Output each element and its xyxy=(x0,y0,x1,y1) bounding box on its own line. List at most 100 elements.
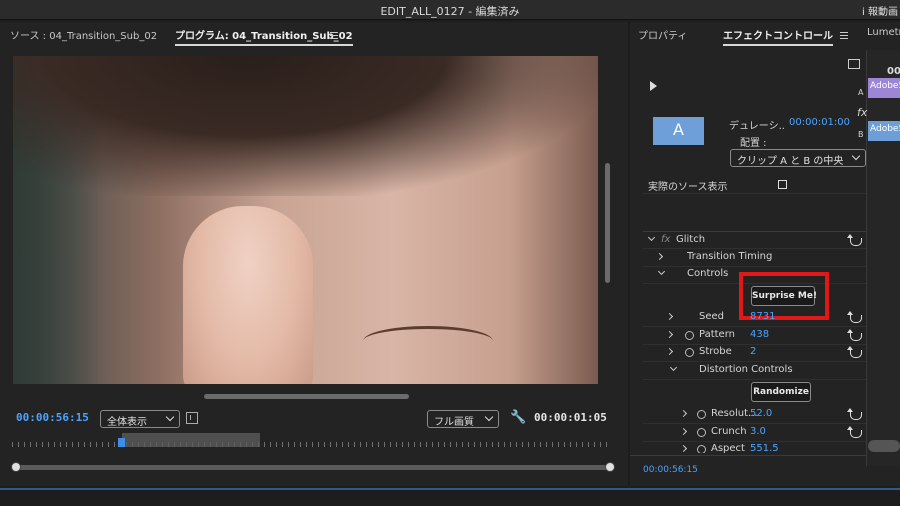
tab-properties[interactable]: プロパティ xyxy=(638,27,687,42)
expand-arrow-icon[interactable] xyxy=(679,427,688,436)
tab-lumetri[interactable]: Lumetri xyxy=(867,27,900,38)
safe-margin-icon[interactable] xyxy=(186,412,198,424)
fx-icon: fx xyxy=(857,106,868,119)
stopwatch-icon[interactable] xyxy=(685,348,694,357)
mini-timeline-time: 00 xyxy=(887,66,900,77)
panel-menu-icon[interactable] xyxy=(330,32,338,39)
side-a-label: A xyxy=(858,88,864,97)
expand-arrow-icon[interactable] xyxy=(665,330,674,339)
panel-menu-icon[interactable] xyxy=(840,32,848,39)
mini-clip-a[interactable]: Adobe5 xyxy=(868,78,900,98)
show-source-label: 実際のソース表示 xyxy=(648,182,728,193)
expand-arrow-icon[interactable] xyxy=(679,409,688,418)
duration-label: デュレーシ.. xyxy=(729,121,785,132)
stopwatch-icon[interactable] xyxy=(697,428,706,437)
stopwatch-icon[interactable] xyxy=(685,331,694,340)
chevron-down-icon xyxy=(165,412,175,422)
param-value[interactable]: 2 xyxy=(750,346,756,357)
chevron-down-icon xyxy=(484,412,494,422)
alignment-select-value: クリップ A と B の中央 xyxy=(737,156,844,167)
title-bar: EDIT_ALL_0127 - 編集済み ⅰ 報動画 xyxy=(0,0,900,20)
footer-timecode: 00:00:56:15 xyxy=(643,465,698,475)
param-row-resolution: Resolut... 52.0 xyxy=(643,406,866,424)
video-hand xyxy=(183,206,313,384)
duration-value[interactable]: 00:00:01:00 xyxy=(789,117,850,128)
distortion-controls-label: Distortion Controls xyxy=(699,364,793,375)
expand-arrow-icon[interactable] xyxy=(679,444,688,453)
window-title: EDIT_ALL_0127 - 編集済み xyxy=(380,5,520,18)
mini-timeline[interactable]: 00 xyxy=(867,50,900,466)
panel-toggle-icon[interactable] xyxy=(848,59,860,69)
time-ruler[interactable] xyxy=(12,436,612,448)
effect-name: Glitch xyxy=(676,234,706,245)
zoom-select[interactable]: 全体表示 xyxy=(100,410,180,428)
zoom-handle-right[interactable] xyxy=(605,462,615,472)
surprise-me-button[interactable]: Surprise Me! xyxy=(751,286,817,306)
alignment-select[interactable]: クリップ A と B の中央 xyxy=(730,149,866,167)
param-row-seed: Seed 8731 xyxy=(643,309,866,327)
collapse-arrow-icon[interactable] xyxy=(647,233,656,242)
expand-arrow-icon[interactable] xyxy=(665,312,674,321)
expand-arrow-icon[interactable] xyxy=(665,347,674,356)
transition-thumbnail: A xyxy=(653,117,704,145)
reset-icon[interactable] xyxy=(847,346,862,358)
duration-timecode: 00:00:01:05 xyxy=(534,411,607,424)
distortion-controls-row[interactable]: Distortion Controls xyxy=(643,362,866,380)
reset-icon[interactable] xyxy=(847,234,862,246)
mini-scrollbar[interactable] xyxy=(868,440,900,452)
chevron-down-icon xyxy=(851,151,861,161)
vertical-scrollbar[interactable] xyxy=(605,163,610,283)
collapse-arrow-icon[interactable] xyxy=(669,363,678,372)
param-row-aspect: Aspect 551.5 xyxy=(643,441,866,453)
alignment-label: 配置 : xyxy=(740,138,767,149)
playhead[interactable] xyxy=(118,438,125,447)
param-value[interactable]: 438 xyxy=(750,329,769,340)
param-row-pattern: Pattern 438 xyxy=(643,327,866,345)
tab-source[interactable]: ソース : 04_Transition_Sub_02 xyxy=(10,27,157,42)
param-value[interactable]: 3.0 xyxy=(750,426,766,437)
current-timecode[interactable]: 00:00:56:15 xyxy=(16,411,89,424)
randomize-button[interactable]: Randomize xyxy=(751,382,811,402)
stopwatch-icon[interactable] xyxy=(697,410,706,419)
show-source-row: 実際のソース表示 xyxy=(643,176,866,194)
playback-quality-select[interactable]: フル画質 xyxy=(427,410,499,428)
param-label: Seed xyxy=(699,311,724,322)
param-label: Strobe xyxy=(699,346,732,357)
fx-badge-icon[interactable]: fx xyxy=(661,234,670,245)
tab-effect-controls[interactable]: エフェクトコントロール xyxy=(723,27,833,46)
focus-indicator-line xyxy=(0,488,900,490)
zoom-handle-left[interactable] xyxy=(11,462,21,472)
tab-program[interactable]: プログラム: 04_Transition_Sub_02 xyxy=(175,27,353,46)
side-b-label: B xyxy=(858,130,864,139)
reset-icon[interactable] xyxy=(847,426,862,438)
transition-timing-label: Transition Timing xyxy=(687,251,773,262)
mini-clip-b[interactable]: Adobe5 xyxy=(868,121,900,141)
quality-select-value: フル画質 xyxy=(434,417,474,428)
show-source-checkbox[interactable] xyxy=(778,180,787,189)
zoom-scroll-track[interactable] xyxy=(16,465,610,470)
video-hair-area xyxy=(13,56,598,196)
footer-divider xyxy=(630,455,866,456)
param-value[interactable]: 551.5 xyxy=(750,443,779,453)
reset-icon[interactable] xyxy=(847,408,862,420)
play-icon[interactable] xyxy=(650,81,657,91)
zoom-select-value: 全体表示 xyxy=(107,417,147,428)
stopwatch-icon[interactable] xyxy=(697,445,706,453)
settings-wrench-icon[interactable]: 🔧 xyxy=(510,410,526,425)
param-row-crunch: Crunch 3.0 xyxy=(643,424,866,442)
workspace-label[interactable]: ⅰ 報動画 xyxy=(862,3,898,18)
param-value[interactable]: 8731 xyxy=(750,311,775,322)
horizontal-scrollbar[interactable] xyxy=(204,394,409,399)
param-value[interactable]: 52.0 xyxy=(750,408,772,419)
collapse-arrow-icon[interactable] xyxy=(657,267,666,276)
param-label: Aspect xyxy=(711,443,745,453)
expand-arrow-icon[interactable] xyxy=(655,252,664,261)
reset-icon[interactable] xyxy=(847,311,862,323)
transition-timing-row[interactable]: Transition Timing xyxy=(643,249,866,267)
program-video-frame[interactable] xyxy=(13,56,598,384)
effect-row-glitch[interactable]: fx Glitch xyxy=(643,231,866,249)
in-out-range[interactable] xyxy=(122,433,260,447)
reset-icon[interactable] xyxy=(847,329,862,341)
param-label: Crunch xyxy=(711,426,747,437)
video-eye xyxy=(363,326,493,356)
